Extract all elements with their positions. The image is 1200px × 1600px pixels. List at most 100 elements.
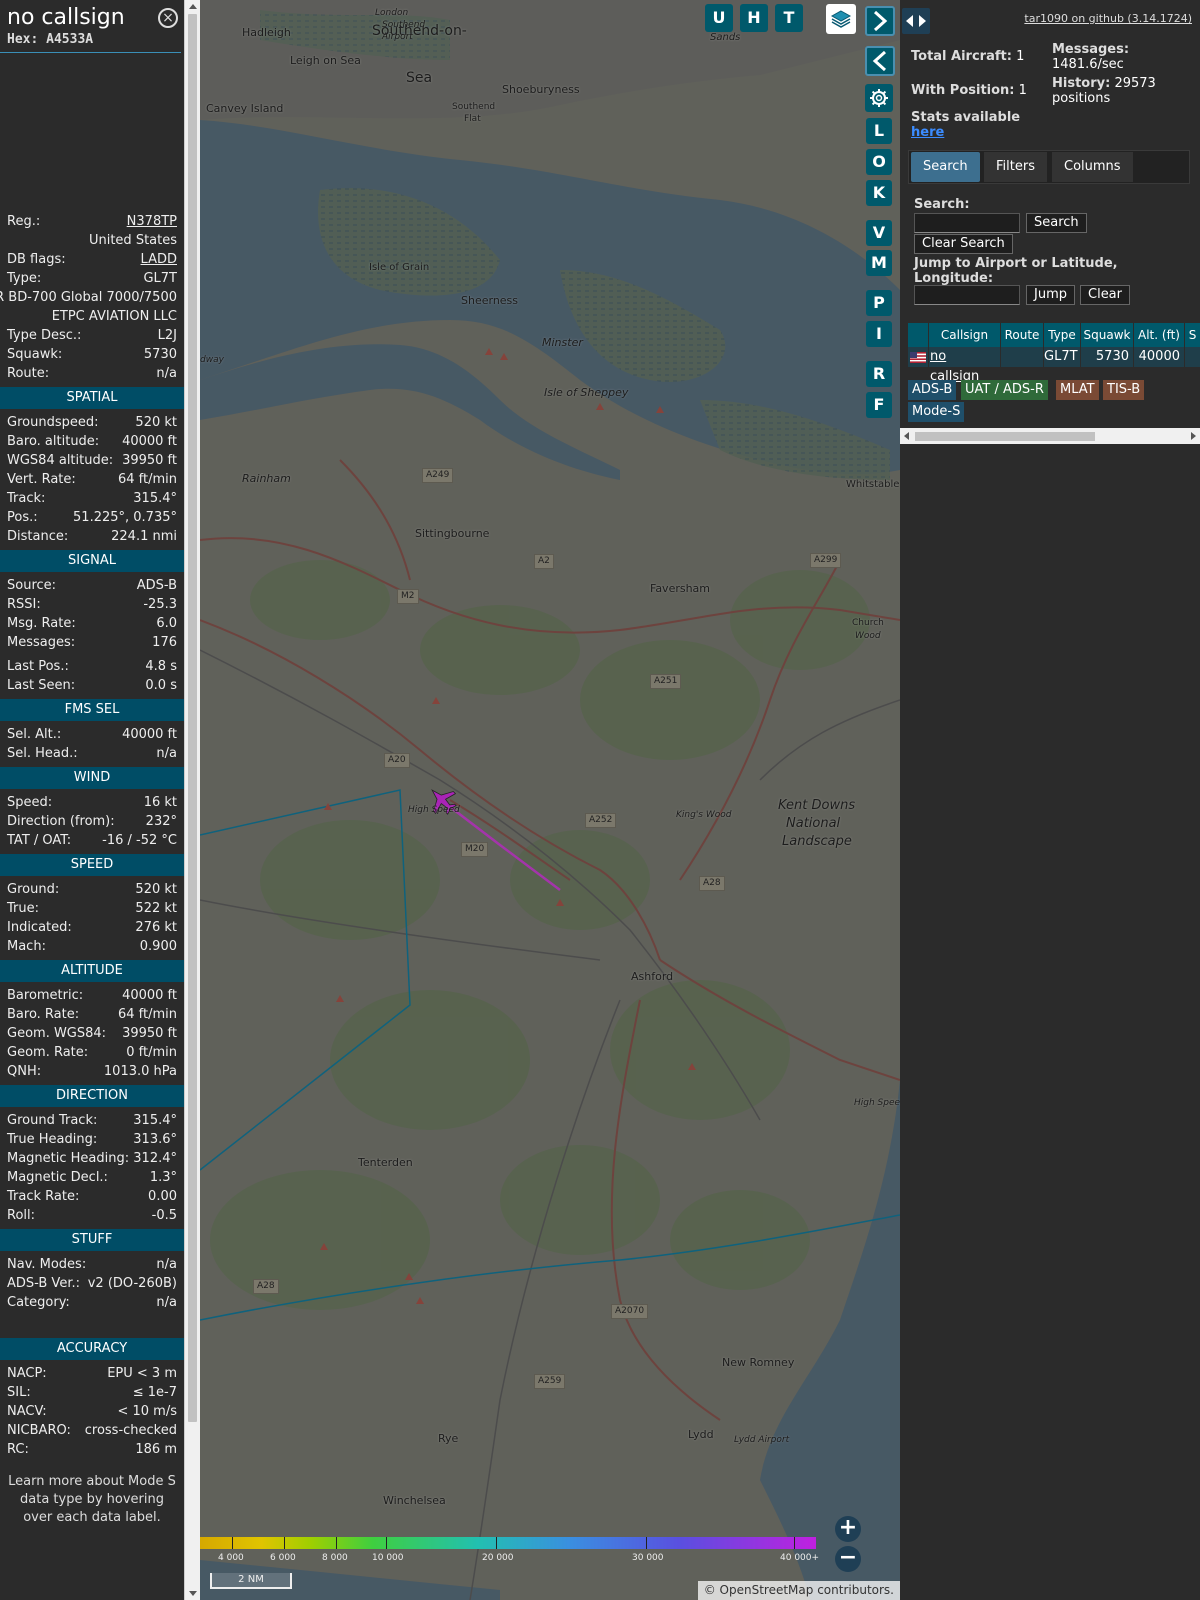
altitude-tick-label: 40 000+	[780, 1553, 820, 1563]
scroll-down-arrow-icon[interactable]	[189, 1591, 197, 1596]
detail-label: Squawk:	[7, 347, 63, 362]
detail-value: ETPC AVIATION LLC	[51, 309, 177, 324]
collapse-sidebar-button[interactable]	[865, 6, 895, 36]
detail-value: 0 ft/min	[126, 1045, 177, 1060]
with-position-stat: With Position: 1	[911, 83, 1027, 98]
detail-value: ≤ 1e-7	[132, 1385, 177, 1400]
column-header-callsign[interactable]: Callsign	[929, 323, 1000, 347]
zoom-in-button[interactable]: +	[835, 1516, 861, 1542]
detail-label: SIL:	[7, 1385, 31, 1400]
detail-value: 0.0 s	[145, 678, 177, 693]
detail-value: 40000 ft	[122, 434, 177, 449]
map-button-f[interactable]: F	[866, 392, 892, 418]
column-header-type[interactable]: Type	[1044, 323, 1080, 347]
map-button-h[interactable]: H	[740, 4, 768, 32]
scroll-left-arrow-icon[interactable]	[904, 432, 909, 440]
detail-row: DB flags: LADD	[0, 250, 184, 269]
map-view[interactable]: Hadleigh Leigh on Sea Southend-on- Sea Canve…	[200, 0, 900, 1600]
altitude-tick-mark	[386, 1537, 387, 1549]
detail-value[interactable]: N378TP	[127, 212, 177, 231]
map-button-t[interactable]: T	[775, 4, 803, 32]
detail-value[interactable]: LADD	[141, 250, 177, 269]
detail-row: 2024 BOMBARDIER BD-700 Global 7000/7500	[0, 288, 184, 307]
horizontal-scrollbar[interactable]	[900, 428, 1200, 444]
map-place-label: New Romney	[722, 1356, 795, 1369]
row-callsign[interactable]: no callsign	[929, 347, 1000, 384]
clear-search-button[interactable]: Clear Search	[914, 234, 1013, 254]
tab-search[interactable]: Search	[911, 152, 980, 182]
map-place-label: King's Wood	[676, 810, 732, 820]
detail-value: 315.4°	[133, 1113, 177, 1128]
map-button-k[interactable]: K	[866, 180, 892, 206]
map-place-label: Tenterden	[358, 1156, 413, 1169]
column-header-speed[interactable]: S	[1185, 323, 1200, 347]
clear-button[interactable]: Clear	[1080, 285, 1130, 305]
altitude-tick-mark	[496, 1537, 497, 1549]
column-header-squawk[interactable]: Squawk	[1081, 323, 1133, 347]
search-label: Search:	[914, 197, 970, 212]
expand-sidebar-button[interactable]	[865, 46, 895, 76]
stats-link[interactable]: here	[911, 125, 1020, 140]
detail-row: ADS-B Ver.: v2 (DO-260B)	[0, 1274, 184, 1293]
map-place-label: Rye	[438, 1432, 459, 1445]
detail-row: Category: n/a	[0, 1293, 184, 1312]
scroll-right-arrow-icon[interactable]	[1191, 432, 1196, 440]
detail-row: Baro. altitude: 40000 ft	[0, 432, 184, 451]
map-button-m[interactable]: M	[866, 250, 892, 276]
detail-row: Type Desc.: L2J	[0, 326, 184, 345]
scrollbar-thumb[interactable]	[188, 14, 197, 1422]
detail-row: ETPC AVIATION LLC	[0, 307, 184, 326]
detail-value: -16 / -52 °C	[102, 833, 177, 848]
map-button-l[interactable]: L	[866, 118, 892, 144]
jump-input[interactable]	[914, 285, 1020, 305]
map-button-u[interactable]: U	[705, 4, 733, 32]
detail-label: Track Rate:	[7, 1189, 80, 1204]
osm-link[interactable]: OpenStreetMap	[720, 1583, 814, 1597]
detail-row: Geom. WGS84: 39950 ft	[0, 1024, 184, 1043]
sidebar-scrollbar[interactable]	[184, 0, 200, 1600]
altitude-color-scale	[200, 1537, 816, 1549]
detail-label: Baro. altitude:	[7, 434, 100, 449]
tab-filters[interactable]: Filters	[984, 152, 1047, 182]
toggle-panel-button[interactable]	[902, 8, 930, 34]
layer-switcher-button[interactable]	[826, 4, 856, 34]
column-header-route[interactable]: Route	[1001, 323, 1043, 347]
stats-label: Stats available	[911, 110, 1021, 125]
detail-row: RSSI: -25.3	[0, 595, 184, 614]
map-button-v[interactable]: V	[866, 220, 892, 246]
map-place-label: Airport	[382, 32, 413, 42]
map-place-label: dway	[200, 355, 224, 365]
tab-columns[interactable]: Columns	[1052, 152, 1133, 182]
horizontal-scrollbar-thumb[interactable]	[915, 432, 1095, 441]
detail-value: 0.900	[139, 939, 177, 954]
zoom-out-button[interactable]: −	[835, 1546, 861, 1572]
map-button-p[interactable]: P	[866, 290, 892, 316]
map-attribution: © OpenStreetMap contributors.	[697, 1581, 900, 1600]
map-place-label: Lydd	[688, 1428, 714, 1441]
detail-value: n/a	[156, 1257, 177, 1272]
detail-value: 313.6°	[133, 1132, 177, 1147]
close-icon[interactable]: ×	[158, 8, 178, 28]
scroll-up-arrow-icon[interactable]	[189, 4, 197, 9]
history-stat: History: 29573 positions	[1052, 76, 1192, 106]
road-label: A299	[810, 553, 842, 568]
source-chip: MLAT	[1056, 380, 1099, 400]
version-link[interactable]: tar1090 on github (3.14.1724)	[1024, 12, 1192, 25]
search-button[interactable]: Search	[1026, 213, 1087, 233]
detail-label: Route:	[7, 366, 50, 381]
detail-value: 176	[152, 635, 177, 650]
detail-row: Indicated: 276 kt	[0, 918, 184, 937]
column-header-altitude[interactable]: Alt. (ft)	[1134, 323, 1184, 347]
settings-button[interactable]	[865, 84, 893, 112]
map-button-r[interactable]: R	[866, 361, 892, 387]
altitude-tick-label: 8 000	[322, 1553, 348, 1563]
road-label: A251	[650, 674, 682, 689]
detail-value: 40000 ft	[122, 988, 177, 1003]
map-button-o[interactable]: O	[866, 149, 892, 175]
detail-row: Last Seen: 0.0 s	[0, 676, 184, 695]
map-place-label: Sittingbourne	[415, 527, 490, 540]
search-input[interactable]	[914, 213, 1020, 233]
detail-row: Direction (from): 232°	[0, 812, 184, 831]
map-button-i[interactable]: I	[866, 321, 892, 347]
jump-button[interactable]: Jump	[1026, 285, 1075, 305]
